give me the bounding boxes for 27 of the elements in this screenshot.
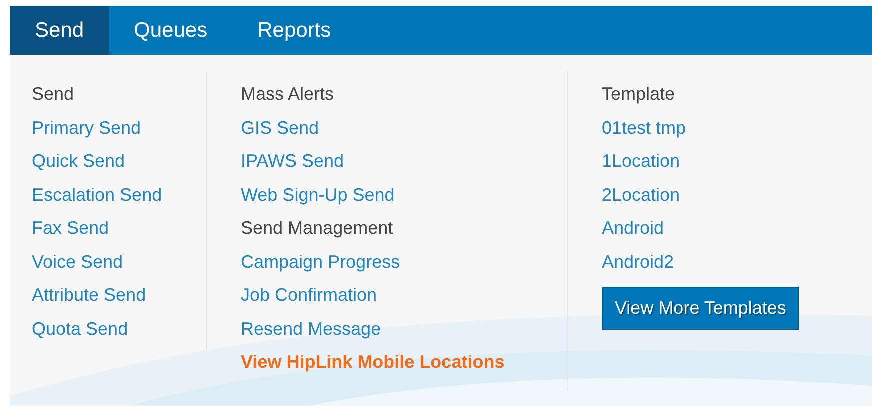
menu-link[interactable]: Fax Send <box>32 217 110 239</box>
menu-link[interactable]: 1Location <box>602 150 680 172</box>
section-heading: Mass Alerts <box>241 83 334 105</box>
nav-tab[interactable]: Send <box>10 6 110 55</box>
menu-link[interactable]: Primary Send <box>32 116 142 138</box>
section-heading: Send Management <box>241 217 394 239</box>
view-more-button[interactable]: View More Templates <box>602 287 800 330</box>
menu-link[interactable]: IPAWS Send <box>241 150 344 172</box>
nav-tab[interactable]: Reports <box>232 6 356 55</box>
menu-link[interactable]: GIS Send <box>241 116 320 138</box>
menu-link[interactable]: Attribute Send <box>32 284 146 306</box>
menu-link[interactable]: Web Sign-Up Send <box>241 184 395 206</box>
menu-link[interactable]: Job Confirmation <box>241 284 378 306</box>
menu-link[interactable]: Escalation Send <box>32 184 162 206</box>
menu-link[interactable]: Android <box>602 217 664 239</box>
nav-tab[interactable]: Queues <box>109 6 233 55</box>
menu-link[interactable]: Android2 <box>602 250 674 272</box>
menu-link[interactable]: Resend Message <box>241 318 382 340</box>
section-heading: Template <box>602 83 676 105</box>
menu-link[interactable]: View HipLink Mobile Locations <box>241 351 505 373</box>
menu-link[interactable]: Voice Send <box>32 250 124 272</box>
menu-link[interactable]: Quick Send <box>32 150 126 172</box>
menu-link[interactable]: Quota Send <box>32 318 128 340</box>
section-heading: Send <box>32 83 74 105</box>
menu-link[interactable]: 01test tmp <box>602 116 686 138</box>
menu-link[interactable]: 2Location <box>602 184 680 206</box>
menu-link[interactable]: Campaign Progress <box>241 250 400 272</box>
